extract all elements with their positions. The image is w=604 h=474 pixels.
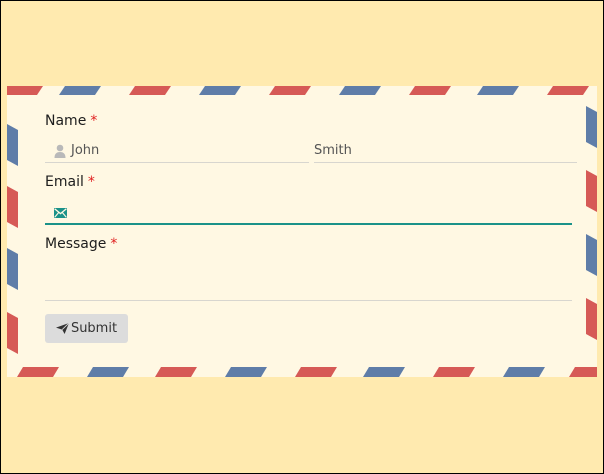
first-name-value: John (71, 143, 100, 158)
name-required-asterisk: * (90, 113, 98, 129)
top-stripe (59, 86, 101, 95)
message-required-asterisk: * (110, 236, 118, 252)
bottom-stripe (17, 367, 59, 377)
last-name-field[interactable]: Smith (314, 141, 577, 163)
email-field[interactable] (45, 202, 572, 225)
top-stripe (409, 86, 451, 95)
left-stripe (7, 248, 18, 290)
bottom-stripe (225, 367, 267, 377)
first-name-field[interactable]: John (45, 141, 309, 163)
top-stripe (339, 86, 381, 95)
top-stripe (199, 86, 241, 95)
top-stripe (547, 86, 589, 95)
paper-plane-icon (55, 323, 69, 334)
bottom-stripe (433, 367, 475, 377)
bottom-stripe (87, 367, 129, 377)
right-stripe (586, 234, 597, 276)
bottom-stripe (503, 367, 545, 377)
bottom-stripe (295, 367, 337, 377)
message-label: Message * (45, 236, 117, 252)
bottom-stripe (155, 367, 197, 377)
user-icon (54, 144, 66, 158)
left-stripe (7, 186, 18, 228)
top-stripe (269, 86, 311, 95)
top-stripe (477, 86, 519, 95)
message-textarea[interactable] (45, 260, 572, 301)
right-stripe (586, 170, 597, 212)
last-name-value: Smith (314, 143, 352, 158)
right-stripe (586, 106, 597, 148)
email-label-text: Email (45, 174, 84, 190)
message-label-text: Message (45, 236, 107, 252)
name-label-text: Name (45, 113, 87, 129)
name-row: John Smith (45, 141, 577, 163)
envelope-icon (54, 208, 67, 218)
airmail-envelope-card: Name * John Smith Email * Message * Subm… (7, 86, 597, 377)
top-stripe (7, 86, 43, 95)
left-stripe (7, 312, 18, 354)
top-stripe (129, 86, 171, 95)
submit-label: Submit (70, 321, 118, 336)
bottom-stripe (569, 367, 597, 377)
email-label: Email * (45, 174, 95, 190)
left-stripe (7, 124, 18, 166)
bottom-stripe (363, 367, 405, 377)
right-stripe (586, 298, 597, 340)
email-required-asterisk: * (87, 174, 95, 190)
name-label: Name * (45, 113, 97, 129)
submit-button[interactable]: Submit (45, 314, 128, 343)
